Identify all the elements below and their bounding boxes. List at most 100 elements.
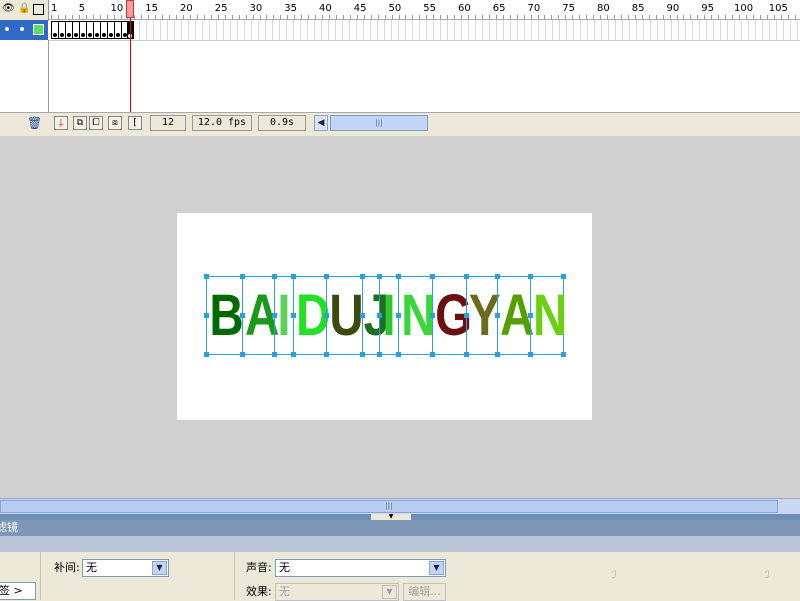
selection-handle[interactable] [430, 274, 435, 279]
ruler-tick [280, 15, 282, 19]
selection-handle[interactable] [324, 352, 329, 357]
selection-handle[interactable] [291, 274, 296, 279]
stage-letter[interactable]: A [500, 283, 534, 348]
sound-value: 无 [279, 561, 290, 574]
layer-visible-dot[interactable] [5, 27, 9, 31]
stage-letter[interactable]: N [533, 283, 567, 348]
ruler-tick [71, 15, 73, 19]
stage-letter[interactable]: G [435, 283, 472, 348]
scroll-left-icon[interactable]: ◀ [314, 115, 328, 131]
stage-letter[interactable]: I [276, 283, 292, 348]
stage-letter[interactable]: I [381, 283, 397, 348]
filter-panel-title[interactable]: 滤镜 [0, 520, 800, 536]
stage-letter[interactable]: U [329, 283, 363, 348]
keyframe-dot[interactable] [67, 33, 71, 37]
selection-handle[interactable] [528, 274, 533, 279]
selection-handle[interactable] [561, 274, 566, 279]
stage-letter[interactable]: N [401, 283, 435, 348]
selection-handle[interactable] [528, 352, 533, 357]
trash-icon[interactable]: 🗑 [27, 116, 42, 130]
ruler-tick [426, 15, 428, 19]
eye-icon[interactable]: 👁 [2, 3, 15, 15]
keyframe-dot[interactable] [109, 33, 113, 37]
center-frame-icon[interactable]: ⍊ [54, 116, 68, 130]
playhead[interactable] [126, 0, 134, 18]
selection-handle[interactable] [360, 274, 365, 279]
onion-skin-icon[interactable]: ⧉ [73, 116, 87, 130]
ruler-tick [190, 15, 191, 19]
keyframe-dot[interactable] [53, 33, 57, 37]
frame-label-field[interactable]: 签 > [0, 582, 36, 600]
selection-handle[interactable] [240, 352, 245, 357]
ruler-tick [433, 15, 435, 19]
selection-handle[interactable] [396, 274, 401, 279]
keyframe-dot[interactable] [74, 33, 78, 37]
selection-handle[interactable] [240, 274, 245, 279]
layer-lock-dot[interactable] [20, 27, 24, 31]
selection-handle[interactable] [204, 352, 209, 357]
keyframe-dot[interactable] [88, 33, 92, 37]
layer-row[interactable] [0, 20, 48, 40]
ruler-label: 105 [768, 3, 788, 14]
timeline-scroll-thumb[interactable]: ||| [330, 115, 428, 131]
frame-track[interactable] [49, 20, 800, 41]
ruler-label: 75 [562, 3, 576, 14]
tween-select[interactable]: 无 ▼ [82, 559, 169, 577]
lock-icon[interactable]: 🔒 [18, 3, 30, 15]
ruler-tick [641, 15, 643, 19]
selection-handle[interactable] [495, 274, 500, 279]
selection-handle[interactable] [396, 352, 401, 357]
chevron-down-icon[interactable]: ▼ [382, 585, 397, 599]
selection-handle[interactable] [272, 352, 277, 357]
chevron-down-icon[interactable]: ▼ [152, 561, 167, 575]
selection-handle[interactable] [377, 352, 382, 357]
selection-handle[interactable] [204, 313, 209, 318]
ruler-tick [301, 15, 303, 19]
modify-onion-markers-icon[interactable]: ⁅ [128, 116, 142, 130]
selection-handle[interactable] [360, 352, 365, 357]
selection-handle[interactable] [377, 274, 382, 279]
ruler-tick [718, 15, 720, 19]
keyframe-dot[interactable] [60, 33, 64, 37]
selection-handle[interactable] [561, 352, 566, 357]
keyframe-dot[interactable] [95, 33, 99, 37]
layer-outline-color[interactable] [33, 24, 44, 35]
onion-outline-icon[interactable]: ⧠ [89, 116, 103, 130]
outline-icon[interactable] [33, 4, 44, 15]
chevron-down-icon[interactable]: ▼ [429, 561, 444, 575]
selection-handle[interactable] [272, 274, 277, 279]
edit-multiple-frames-icon[interactable]: ⧈ [108, 116, 122, 130]
selection-handle[interactable] [430, 352, 435, 357]
effect-label: 效果: [246, 585, 272, 598]
edit-button[interactable]: 编辑... [403, 583, 446, 601]
ruler-tick [454, 15, 456, 19]
keyframe-dot[interactable] [102, 33, 106, 37]
effect-select[interactable]: 无 ▼ [275, 583, 399, 601]
keyframes-span[interactable] [51, 21, 130, 39]
stage-letter[interactable]: D [296, 283, 330, 348]
fps-field[interactable]: 12.0 fps [192, 115, 252, 131]
selection-handle[interactable] [324, 313, 329, 318]
keyframe-dot[interactable] [116, 33, 120, 37]
sound-select[interactable]: 无 ▼ [275, 559, 446, 577]
ruler-tick [252, 15, 254, 19]
ruler-tick [655, 15, 657, 19]
stage-horizontal-scrollbar[interactable]: ||| [0, 498, 800, 515]
selection-handle[interactable] [495, 352, 500, 357]
selection-handle[interactable] [464, 274, 469, 279]
selection-handle[interactable] [204, 274, 209, 279]
stage-letter[interactable]: A [245, 283, 279, 348]
stage-letter[interactable]: Y [469, 283, 501, 348]
frame-ruler[interactable]: 1 5 10 15 20 25 30 35 40 45 50 55 60 65 70 75 80 85 90 95 10… [49, 0, 800, 20]
stage-scroll-thumb[interactable]: ||| [0, 500, 778, 513]
ruler-label: 70 [527, 3, 541, 14]
selection-handle[interactable] [291, 352, 296, 357]
stage-letter[interactable]: B [209, 283, 243, 348]
selection-handle[interactable] [324, 274, 329, 279]
ruler-tick [766, 15, 768, 19]
ruler-tick [537, 15, 539, 19]
ruler-label: 80 [597, 3, 610, 14]
selection-handle[interactable] [464, 352, 469, 357]
ruler-tick [746, 15, 747, 19]
keyframe-dot[interactable] [81, 33, 85, 37]
